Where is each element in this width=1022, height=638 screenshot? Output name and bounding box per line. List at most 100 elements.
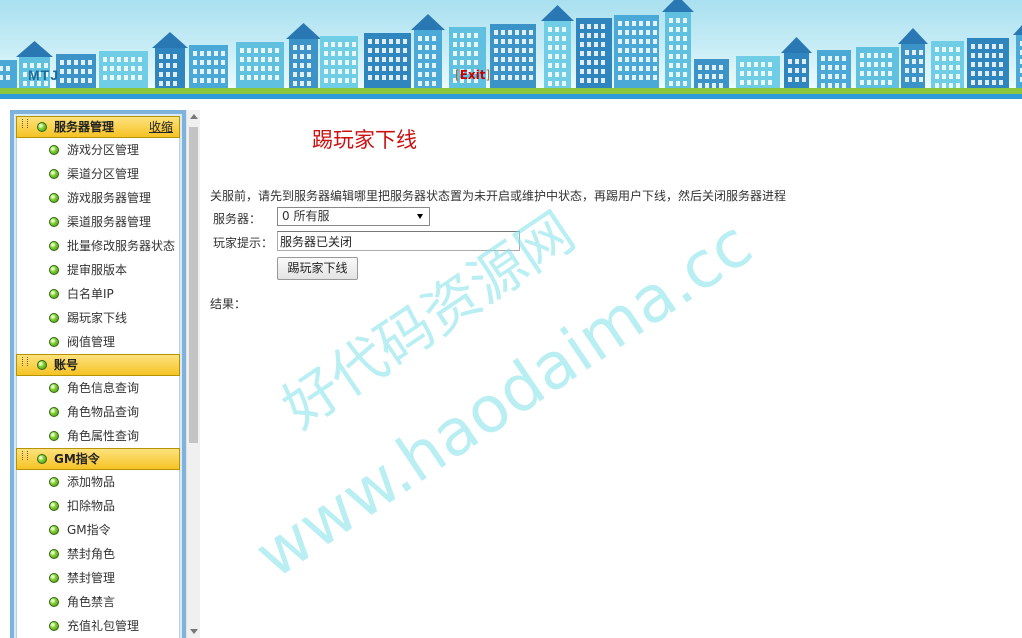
building-window <box>352 78 356 83</box>
building-window <box>867 53 871 58</box>
building-window <box>881 53 885 58</box>
building-window <box>6 66 10 71</box>
menu-group-gm-commands[interactable]: GM指令 <box>16 448 180 470</box>
building-window <box>432 72 436 77</box>
building-window <box>562 27 566 32</box>
building-window <box>117 75 121 80</box>
building-window <box>193 60 197 65</box>
building-window <box>474 33 478 38</box>
building-window <box>754 80 758 85</box>
sidebar-item-role-attributes[interactable]: 角色属性查询 <box>16 424 180 448</box>
building-window <box>971 44 975 49</box>
building-window <box>935 56 939 61</box>
sidebar-item-review-version[interactable]: 提审服版本 <box>16 258 180 282</box>
building-window <box>74 69 78 74</box>
sidebar-item-whitelist-ip[interactable]: 白名单IP <box>16 282 180 306</box>
building-window <box>705 65 709 70</box>
building-window <box>117 66 121 71</box>
building-window <box>88 78 92 83</box>
building-window <box>515 30 519 35</box>
building-window <box>705 74 709 79</box>
building-window <box>548 63 552 68</box>
building-window <box>587 78 591 83</box>
building-window <box>529 75 533 80</box>
building-window <box>467 51 471 56</box>
building-window <box>418 72 422 77</box>
player-tip-input[interactable] <box>277 231 520 251</box>
building-window <box>768 62 772 67</box>
sidebar-item-threshold[interactable]: 阀值管理 <box>16 330 180 354</box>
green-dot-icon <box>49 383 59 393</box>
building-window <box>307 54 311 59</box>
sidebar-item-kick-player[interactable]: 踢玩家下线 <box>16 306 180 330</box>
building-window <box>971 71 975 76</box>
sidebar-item-gm-command[interactable]: GM指令 <box>16 518 180 542</box>
sidebar-item-role-items[interactable]: 角色物品查询 <box>16 400 180 424</box>
building-window <box>842 65 846 70</box>
building-window <box>669 36 673 41</box>
building-window <box>646 39 650 44</box>
building-window <box>639 39 643 44</box>
building-window <box>240 75 244 80</box>
building-window <box>460 42 464 47</box>
building-window <box>978 53 982 58</box>
sidebar-item-ban-role[interactable]: 禁封角色 <box>16 542 180 566</box>
building-window <box>389 75 393 80</box>
building-window <box>432 63 436 68</box>
building-window <box>653 21 657 26</box>
sidebar-item-recharge-gift[interactable]: 充值礼包管理 <box>16 614 180 638</box>
building-window <box>788 59 792 64</box>
sidebar-item-game-server[interactable]: 游戏服务器管理 <box>16 186 180 210</box>
menu-group-account[interactable]: 账号 <box>16 354 180 376</box>
building-window <box>345 60 349 65</box>
building-window <box>683 18 687 23</box>
building-window <box>425 63 429 68</box>
exit-link[interactable]: Exit <box>460 68 486 82</box>
building-window <box>639 66 643 71</box>
building-roof <box>898 28 928 44</box>
building-window <box>669 45 673 50</box>
building-window <box>669 27 673 32</box>
building <box>665 12 691 90</box>
building-window <box>338 60 342 65</box>
building-window <box>646 48 650 53</box>
scroll-down-arrow-icon[interactable] <box>190 629 198 634</box>
sidebar-item-ban-management[interactable]: 禁封管理 <box>16 566 180 590</box>
building-window <box>601 33 605 38</box>
building-window <box>338 42 342 47</box>
sidebar-item-deduct-item[interactable]: 扣除物品 <box>16 494 180 518</box>
scroll-up-arrow-icon[interactable] <box>190 114 198 119</box>
building-window <box>942 47 946 52</box>
green-dot-icon <box>49 407 59 417</box>
building-window <box>368 75 372 80</box>
building-window <box>166 81 170 86</box>
sidebar-item-role-info[interactable]: 角色信息查询 <box>16 376 180 400</box>
building-window <box>835 56 839 61</box>
collapse-link[interactable]: 收缩 <box>149 117 173 137</box>
building-window <box>625 57 629 62</box>
building-window <box>352 60 356 65</box>
building-window <box>501 75 505 80</box>
building-window <box>515 48 519 53</box>
sidebar-item-batch-status[interactable]: 批量修改服务器状态 <box>16 234 180 258</box>
sidebar-item-add-item[interactable]: 添加物品 <box>16 470 180 494</box>
building-window <box>999 71 1003 76</box>
sidebar-scrollbar[interactable] <box>186 110 200 638</box>
menu-group-server-management[interactable]: 服务器管理 收缩 <box>16 116 180 138</box>
sidebar-item-game-zone[interactable]: 游戏分区管理 <box>16 138 180 162</box>
kick-player-button[interactable]: 踢玩家下线 <box>277 257 358 280</box>
building-window <box>60 69 64 74</box>
building-window <box>389 39 393 44</box>
sidebar-item-channel-zone[interactable]: 渠道分区管理 <box>16 162 180 186</box>
server-select[interactable]: 0 所有服 <box>277 207 430 226</box>
sidebar-item-role-mute[interactable]: 角色禁言 <box>16 590 180 614</box>
building-window <box>382 57 386 62</box>
result-label: 结果： <box>210 297 247 311</box>
green-dot-icon <box>37 360 47 370</box>
building-window <box>985 53 989 58</box>
scroll-thumb[interactable] <box>189 127 198 443</box>
building-window <box>905 68 909 73</box>
sidebar-item-channel-server[interactable]: 渠道服务器管理 <box>16 210 180 234</box>
building-window <box>555 45 559 50</box>
building-window <box>669 54 673 59</box>
